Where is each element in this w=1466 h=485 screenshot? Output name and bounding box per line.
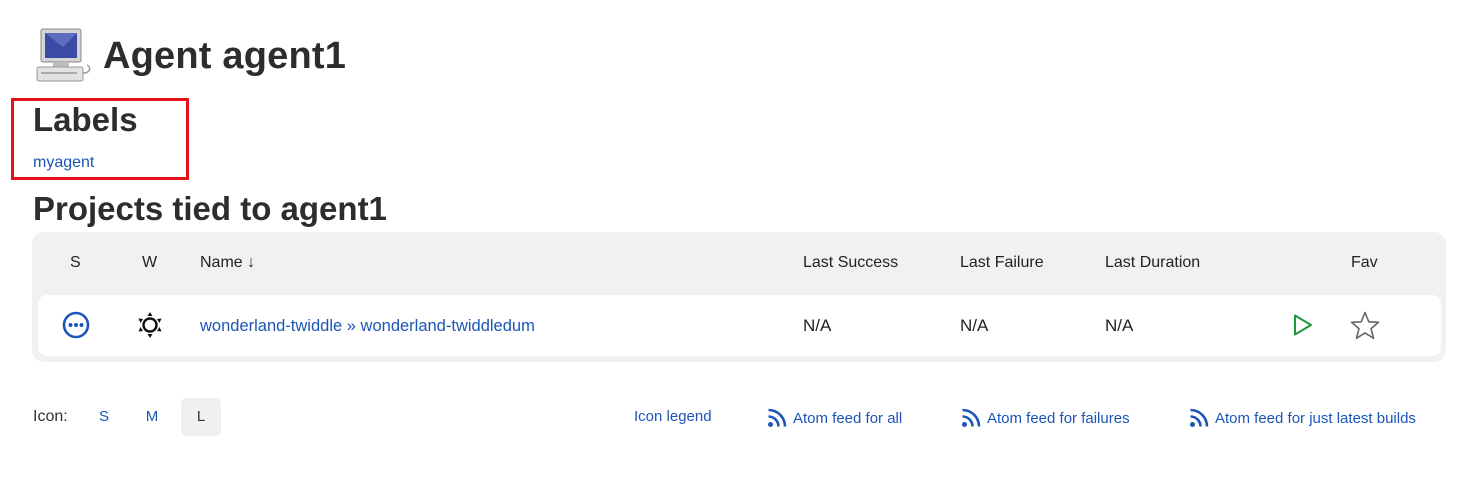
icon-size-l-button[interactable]: L	[181, 398, 221, 436]
rss-icon	[962, 408, 981, 427]
column-header-last-failure[interactable]: Last Failure	[960, 254, 1044, 272]
column-header-last-success[interactable]: Last Success	[803, 254, 898, 272]
sun-icon	[138, 312, 162, 338]
rss-icon	[768, 408, 787, 427]
atom-feed-failures-label: Atom feed for failures	[987, 409, 1130, 427]
page-header: Agent agent1	[33, 28, 346, 84]
play-icon[interactable]	[1292, 313, 1314, 337]
icon-size-label: Icon:	[33, 408, 68, 425]
label-link-myagent[interactable]: myagent	[33, 154, 94, 172]
column-header-weather[interactable]: W	[142, 254, 157, 272]
column-header-last-duration[interactable]: Last Duration	[1105, 254, 1200, 272]
job-name-link[interactable]: wonderland-twiddledum	[361, 317, 535, 335]
icon-size-m-button[interactable]: M	[132, 398, 172, 436]
breadcrumb-separator: »	[346, 317, 356, 335]
table-row: wonderland-twiddle » wonderland-twiddled…	[38, 295, 1441, 356]
last-duration-value: N/A	[1105, 316, 1134, 335]
projects-table: S W Name ↓ Last Success Last Failure Las…	[32, 232, 1446, 362]
icon-size-s-button[interactable]: S	[84, 398, 124, 436]
parent-job-link[interactable]: wonderland-twiddle	[200, 317, 342, 335]
last-success-value: N/A	[803, 316, 832, 335]
icon-legend-link[interactable]: Icon legend	[634, 408, 712, 425]
rss-icon	[1190, 408, 1209, 427]
labels-heading: Labels	[33, 101, 138, 138]
star-icon[interactable]	[1349, 310, 1381, 342]
in-progress-icon[interactable]	[62, 311, 90, 339]
atom-feed-all-label: Atom feed for all	[793, 409, 903, 427]
computer-icon	[36, 28, 91, 82]
column-header-fav[interactable]: Fav	[1351, 254, 1378, 272]
atom-feed-failures-link[interactable]: Atom feed for failures	[961, 408, 1130, 428]
footer-bar: Icon: S M L Icon legend Atom feed for al…	[0, 398, 1466, 438]
atom-feed-latest-link[interactable]: Atom feed for just latest builds	[1189, 408, 1416, 428]
column-header-name[interactable]: Name ↓	[200, 254, 255, 272]
column-header-status[interactable]: S	[70, 254, 81, 272]
page-title: Agent agent1	[103, 34, 347, 77]
projects-heading: Projects tied to agent1	[33, 190, 387, 227]
job-link[interactable]: wonderland-twiddle » wonderland-twiddled…	[200, 317, 535, 336]
atom-feed-all-link[interactable]: Atom feed for all	[767, 408, 902, 428]
atom-feed-latest-label: Atom feed for just latest builds	[1215, 409, 1416, 427]
last-failure-value: N/A	[960, 316, 989, 335]
icon-legend-label: Icon legend	[634, 408, 712, 425]
